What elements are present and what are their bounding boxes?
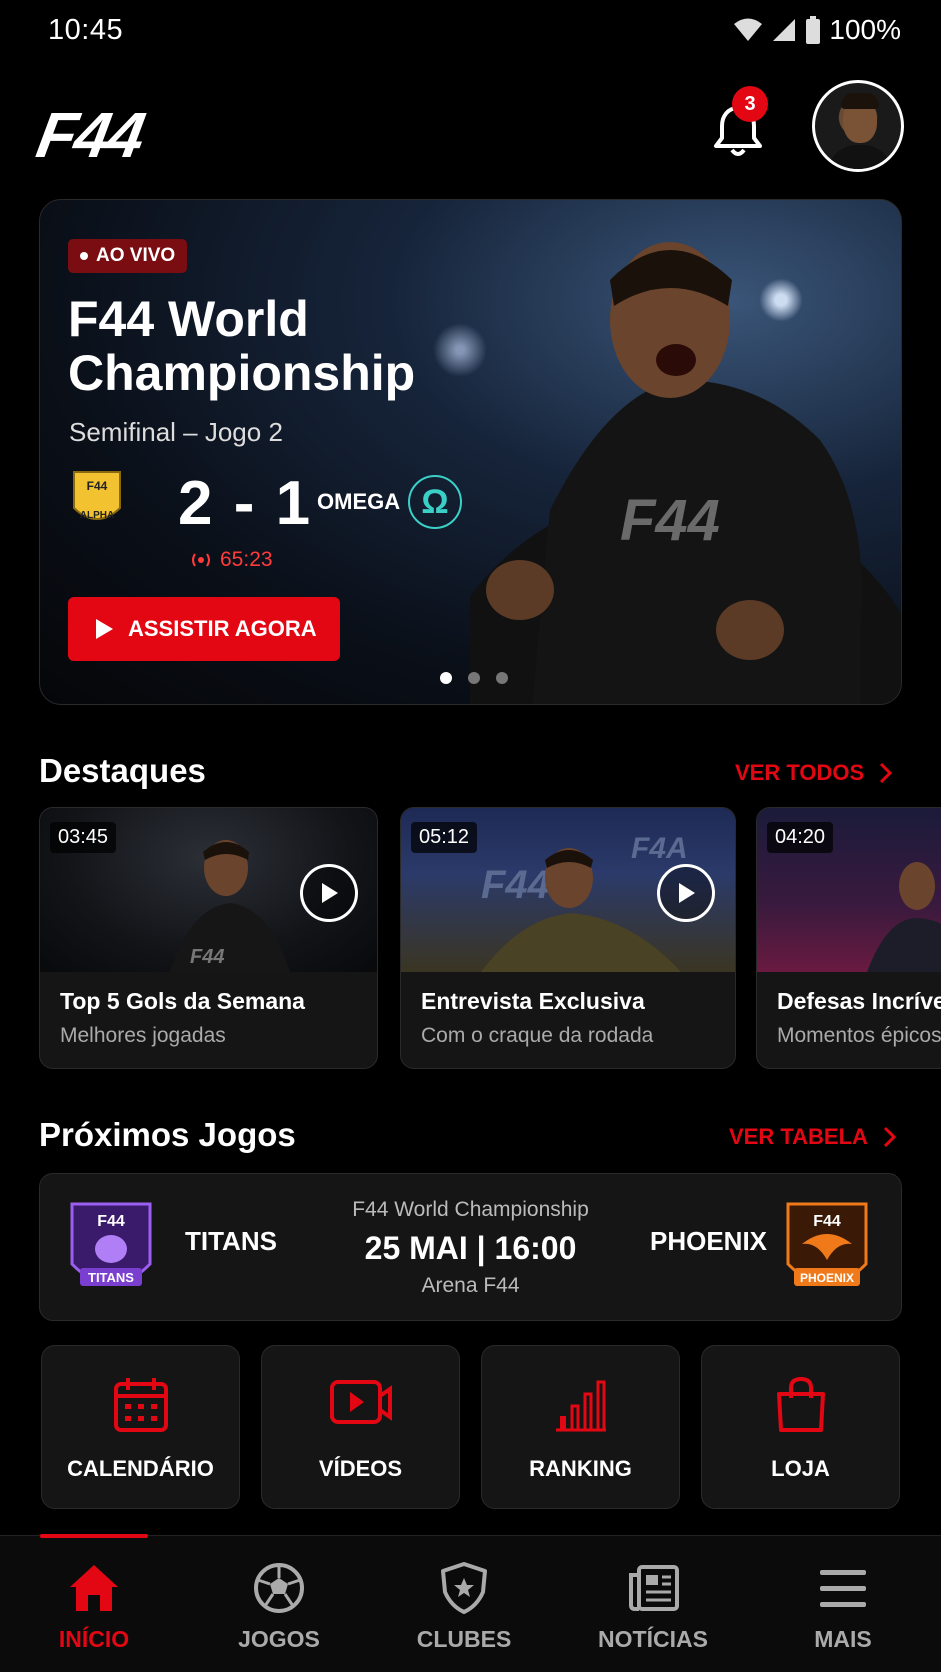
ranking-label: RANKING — [529, 1456, 632, 1481]
alpha-name: ALPHA — [80, 510, 114, 521]
card-title: Entrevista Exclusiva — [421, 988, 645, 1014]
alpha-crest-icon: F44 ALPHA — [70, 468, 124, 532]
active-tab-indicator — [40, 1534, 148, 1538]
nav-label: INÍCIO — [58, 1626, 130, 1652]
carousel-dot[interactable] — [440, 672, 452, 684]
phoenix-crest-icon: F44 PHOENIX — [782, 1194, 872, 1304]
video-icon — [329, 1380, 392, 1424]
live-badge-label: AO VIVO — [96, 245, 176, 266]
play-circle-icon[interactable] — [300, 864, 358, 922]
see-table-label: VER TABELA — [729, 1124, 868, 1149]
see-all-link[interactable]: VER TODOS — [735, 760, 893, 786]
shop-label: LOJA — [771, 1456, 830, 1481]
shopping-bag-icon — [776, 1376, 825, 1432]
nav-label: MAIS — [814, 1626, 872, 1652]
next-match-card[interactable]: F44 TITANS TITANS F44 World Championship… — [39, 1173, 902, 1321]
soccer-ball-icon — [254, 1563, 304, 1613]
card-subtitle: Momentos épicos — [777, 1024, 941, 1047]
see-all-label: VER TODOS — [735, 760, 865, 785]
live-badge: AO VIVO — [68, 239, 188, 273]
section-title-next-games: Próximos Jogos — [39, 1116, 296, 1153]
status-icons: 100% — [733, 14, 901, 46]
wifi-icon — [734, 18, 763, 41]
watch-now-button[interactable]: ASSISTIR AGORA — [68, 597, 340, 661]
ranking-tile[interactable]: RANKING — [481, 1345, 680, 1509]
nav-item-games[interactable]: JOGOS — [204, 1560, 354, 1653]
phoenix-crest-text: F44 — [813, 1213, 841, 1230]
svg-text:F44: F44 — [190, 946, 224, 968]
player-image: F44 — [470, 242, 901, 704]
avatar[interactable] — [812, 80, 904, 172]
highlight-card[interactable]: 04:20 Defesas Incríve Momentos épicos — [756, 807, 941, 1069]
nav-item-clubs[interactable]: CLUBES — [389, 1560, 539, 1653]
card-title: Defesas Incríve — [777, 988, 941, 1014]
match-datetime: 25 MAI | 16:00 — [364, 1230, 577, 1266]
battery-level: 100% — [829, 14, 901, 45]
card-subtitle: Melhores jogadas — [60, 1024, 226, 1047]
ranking-icon — [555, 1380, 606, 1432]
svg-text:F44: F44 — [481, 863, 550, 907]
broadcast-icon — [192, 553, 210, 567]
home-icon — [70, 1565, 118, 1611]
carousel-dots[interactable] — [440, 672, 508, 684]
nav-label: JOGOS — [238, 1626, 320, 1652]
duration-badge: 04:20 — [767, 822, 834, 853]
menu-icon — [820, 1570, 866, 1607]
watch-now-label: ASSISTIR AGORA — [128, 616, 317, 641]
nav-label: CLUBES — [416, 1626, 512, 1652]
chevron-right-icon — [880, 762, 893, 784]
nav-item-home[interactable]: INÍCIO — [19, 1560, 169, 1653]
app-logo[interactable]: F44 — [31, 98, 149, 172]
play-icon — [96, 619, 113, 639]
svg-text:F4A: F4A — [631, 832, 688, 865]
card-title: Top 5 Gols da Semana — [60, 988, 305, 1014]
duration-badge: 05:12 — [411, 822, 478, 853]
match-competition: F44 World Championship — [352, 1198, 589, 1221]
news-icon — [629, 1565, 679, 1611]
notification-badge: 3 — [732, 86, 768, 122]
app-header: F44 3 — [0, 80, 941, 180]
live-dot-icon — [80, 252, 88, 260]
videos-label: VÍDEOS — [318, 1456, 403, 1481]
nav-item-news[interactable]: NOTÍCIAS — [578, 1560, 728, 1653]
carousel-dot[interactable] — [496, 672, 508, 684]
bottom-navigation: INÍCIO JOGOS CLUBES NOTÍCIAS MAIS — [0, 1534, 941, 1672]
videos-tile[interactable]: VÍDEOS — [261, 1345, 460, 1509]
live-time: 65:23 — [190, 548, 273, 572]
nav-label: NOTÍCIAS — [598, 1626, 708, 1652]
alpha-crest-text: F44 — [87, 479, 108, 493]
signal-icon — [773, 19, 796, 41]
status-bar: 10:45 100% — [0, 0, 941, 62]
hero-subtitle: Semifinal – Jogo 2 — [69, 417, 283, 447]
svg-text:F44: F44 — [620, 488, 720, 553]
see-table-link[interactable]: VER TABELA — [729, 1124, 896, 1150]
highlight-card[interactable]: F44 03:45 Top 5 Gols da Semana Melhores … — [39, 807, 378, 1069]
shop-tile[interactable]: LOJA — [701, 1345, 900, 1509]
calendar-tile[interactable]: CALENDÁRIO — [41, 1345, 240, 1509]
play-circle-icon[interactable] — [657, 864, 715, 922]
live-time-value: 65:23 — [220, 548, 273, 571]
status-time: 10:45 — [48, 14, 124, 46]
match-venue: Arena F44 — [421, 1274, 520, 1297]
calendar-label: CALENDÁRIO — [67, 1456, 214, 1481]
omega-logo-icon: Ω — [408, 475, 462, 529]
nav-item-more[interactable]: MAIS — [768, 1560, 918, 1653]
highlight-card[interactable]: F44 F4A 05:12 Entrevista Exclusiva Com o… — [400, 807, 736, 1069]
hero-banner[interactable]: F44 AO VIVO F44 World Championship Semif… — [39, 199, 902, 705]
section-title-highlights: Destaques — [39, 752, 206, 789]
away-team-name: PHOENIX — [650, 1226, 768, 1256]
card-subtitle: Com o craque da rodada — [421, 1024, 654, 1047]
team-away-name: OMEGA — [317, 489, 401, 514]
battery-icon — [806, 16, 821, 44]
calendar-icon — [113, 1378, 168, 1432]
hero-title: F44 World Championship — [68, 291, 416, 401]
score: 2 - 1 — [178, 469, 313, 538]
phoenix-crest-name: PHOENIX — [800, 1271, 854, 1285]
shield-icon — [441, 1562, 487, 1614]
chevron-right-icon — [883, 1126, 896, 1148]
duration-badge: 03:45 — [50, 822, 117, 853]
carousel-dot[interactable] — [468, 672, 480, 684]
